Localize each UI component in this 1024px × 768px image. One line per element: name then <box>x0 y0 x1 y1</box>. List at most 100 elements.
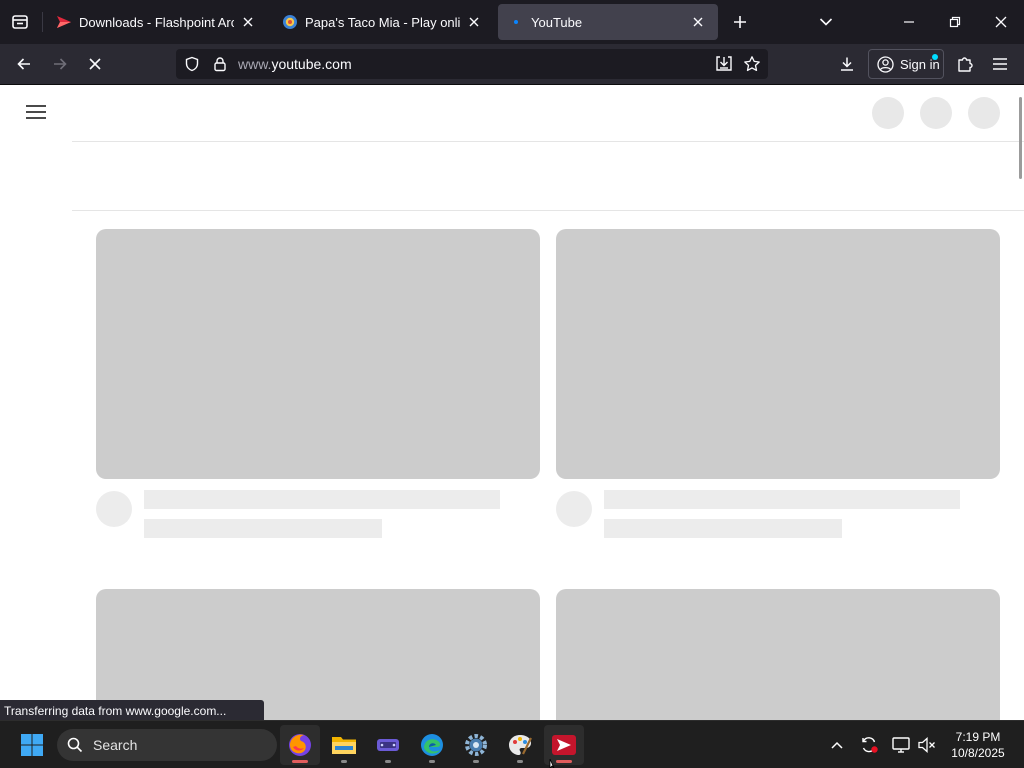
show-hidden-icons-button[interactable] <box>825 733 849 757</box>
tray-volume-button[interactable] <box>915 733 939 757</box>
arrow-left-icon <box>17 58 30 70</box>
tab-title: Papa's Taco Mia - Play online at <box>305 14 460 30</box>
chevron-up-icon <box>831 741 843 749</box>
edge-icon <box>421 734 443 756</box>
video-meta-placeholder <box>144 519 382 538</box>
page-scrollbar[interactable] <box>1019 97 1022 179</box>
tab-close-icon[interactable] <box>464 12 484 32</box>
video-title-placeholder <box>144 490 500 509</box>
navigation-toolbar: www.youtube.com Sign in <box>0 44 1024 85</box>
search-placeholder: Search <box>93 737 138 753</box>
game-site-favicon-icon <box>282 14 298 30</box>
back-button[interactable] <box>9 50 39 78</box>
firefox-view-button[interactable] <box>6 8 34 36</box>
search-icon <box>67 737 83 753</box>
tray-network-button[interactable] <box>889 733 913 757</box>
padlock-icon[interactable] <box>210 54 230 74</box>
start-button[interactable] <box>14 729 50 761</box>
chips-divider <box>72 210 1024 211</box>
youtube-page <box>0 85 1024 720</box>
taskbar-app-settings[interactable] <box>456 725 496 765</box>
taskbar-app-edge[interactable] <box>412 725 452 765</box>
taskbar-app-paint[interactable] <box>500 725 540 765</box>
running-indicator <box>429 760 435 763</box>
settings-gear-icon <box>465 734 487 756</box>
file-explorer-icon <box>332 737 356 754</box>
video-thumbnail-placeholder <box>96 229 540 479</box>
restore-icon <box>949 16 961 28</box>
running-indicator <box>517 760 523 763</box>
sign-in-button[interactable]: Sign in <box>868 49 944 79</box>
tab-separator <box>42 12 43 32</box>
video-meta-placeholder <box>604 519 842 538</box>
windows-logo-icon <box>21 734 43 756</box>
paint-icon <box>509 735 532 755</box>
clock-time: 7:19 PM <box>955 730 1001 744</box>
network-display-icon <box>892 737 910 753</box>
video-thumbnail-placeholder <box>556 229 1000 479</box>
arrow-right-icon <box>54 58 67 70</box>
stop-x-icon <box>89 58 101 70</box>
tab-title: Downloads - Flashpoint Archive <box>79 14 234 30</box>
video-title-placeholder <box>604 490 960 509</box>
tab-close-icon[interactable] <box>688 12 708 32</box>
close-icon <box>995 16 1007 28</box>
firefox-view-icon <box>12 15 28 29</box>
running-indicator <box>473 760 479 763</box>
downloads-button[interactable] <box>832 50 862 78</box>
firefox-icon <box>289 734 311 756</box>
channel-avatar-placeholder <box>556 491 592 527</box>
clock-date: 10/8/2025 <box>951 746 1005 760</box>
placeholder-circle <box>920 97 952 129</box>
extensions-button[interactable] <box>950 50 980 78</box>
download-arrow-icon <box>841 57 853 71</box>
install-page-icon[interactable] <box>714 54 734 74</box>
flashpoint-icon <box>552 735 576 755</box>
taskbar-app-game[interactable] <box>368 725 408 765</box>
loading-dot-icon <box>508 14 524 30</box>
game-controller-icon <box>377 739 399 751</box>
chevron-down-icon <box>819 18 833 26</box>
mouse-cursor-icon <box>549 759 555 768</box>
sync-alert-icon <box>862 737 878 753</box>
running-indicator <box>385 760 391 763</box>
taskbar-app-file-explorer[interactable] <box>324 725 364 765</box>
tab-strip: Downloads - Flashpoint Archive Papa's Ta… <box>0 0 1024 44</box>
placeholder-circle <box>872 97 904 129</box>
new-tab-button[interactable] <box>726 8 754 36</box>
volume-muted-icon <box>918 737 935 753</box>
address-bar[interactable]: www.youtube.com <box>176 49 768 79</box>
tab-flashpoint-downloads[interactable]: Downloads - Flashpoint Archive <box>46 4 268 40</box>
running-indicator <box>292 760 308 763</box>
tab-title: YouTube <box>531 14 583 30</box>
tray-sync-button[interactable] <box>857 733 881 757</box>
tab-papas-taco-mia[interactable]: Papa's Taco Mia - Play online at <box>272 4 494 40</box>
minimize-button[interactable] <box>886 0 932 44</box>
list-all-tabs-button[interactable] <box>812 8 840 36</box>
header-divider <box>72 141 1024 142</box>
taskbar-app-firefox[interactable] <box>280 725 320 765</box>
taskbar-search-box[interactable]: Search <box>57 729 277 761</box>
app-menu-button[interactable] <box>985 50 1015 78</box>
restore-button[interactable] <box>932 0 978 44</box>
windows-taskbar: Search 7:19 PM 10/8/2025 <box>0 720 1024 768</box>
tab-close-icon[interactable] <box>238 12 258 32</box>
minimize-icon <box>904 21 914 23</box>
placeholder-circle <box>968 97 1000 129</box>
taskbar-clock[interactable]: 7:19 PM 10/8/2025 <box>942 729 1014 761</box>
guide-menu-icon[interactable] <box>24 103 48 121</box>
bookmark-star-icon[interactable] <box>742 54 762 74</box>
status-bar: Transferring data from www.google.com... <box>0 700 264 722</box>
notification-dot <box>932 54 938 60</box>
running-indicator <box>341 760 347 763</box>
hamburger-menu-icon <box>993 58 1007 70</box>
puzzle-piece-icon <box>958 57 973 72</box>
running-indicator <box>556 760 572 763</box>
stop-loading-button[interactable] <box>80 50 110 78</box>
plus-icon <box>734 16 746 28</box>
forward-button[interactable] <box>45 50 75 78</box>
tracking-protection-shield-icon[interactable] <box>182 54 202 74</box>
close-window-button[interactable] <box>978 0 1024 44</box>
url-text[interactable]: www.youtube.com <box>238 56 352 72</box>
tab-youtube[interactable]: YouTube <box>498 4 718 40</box>
